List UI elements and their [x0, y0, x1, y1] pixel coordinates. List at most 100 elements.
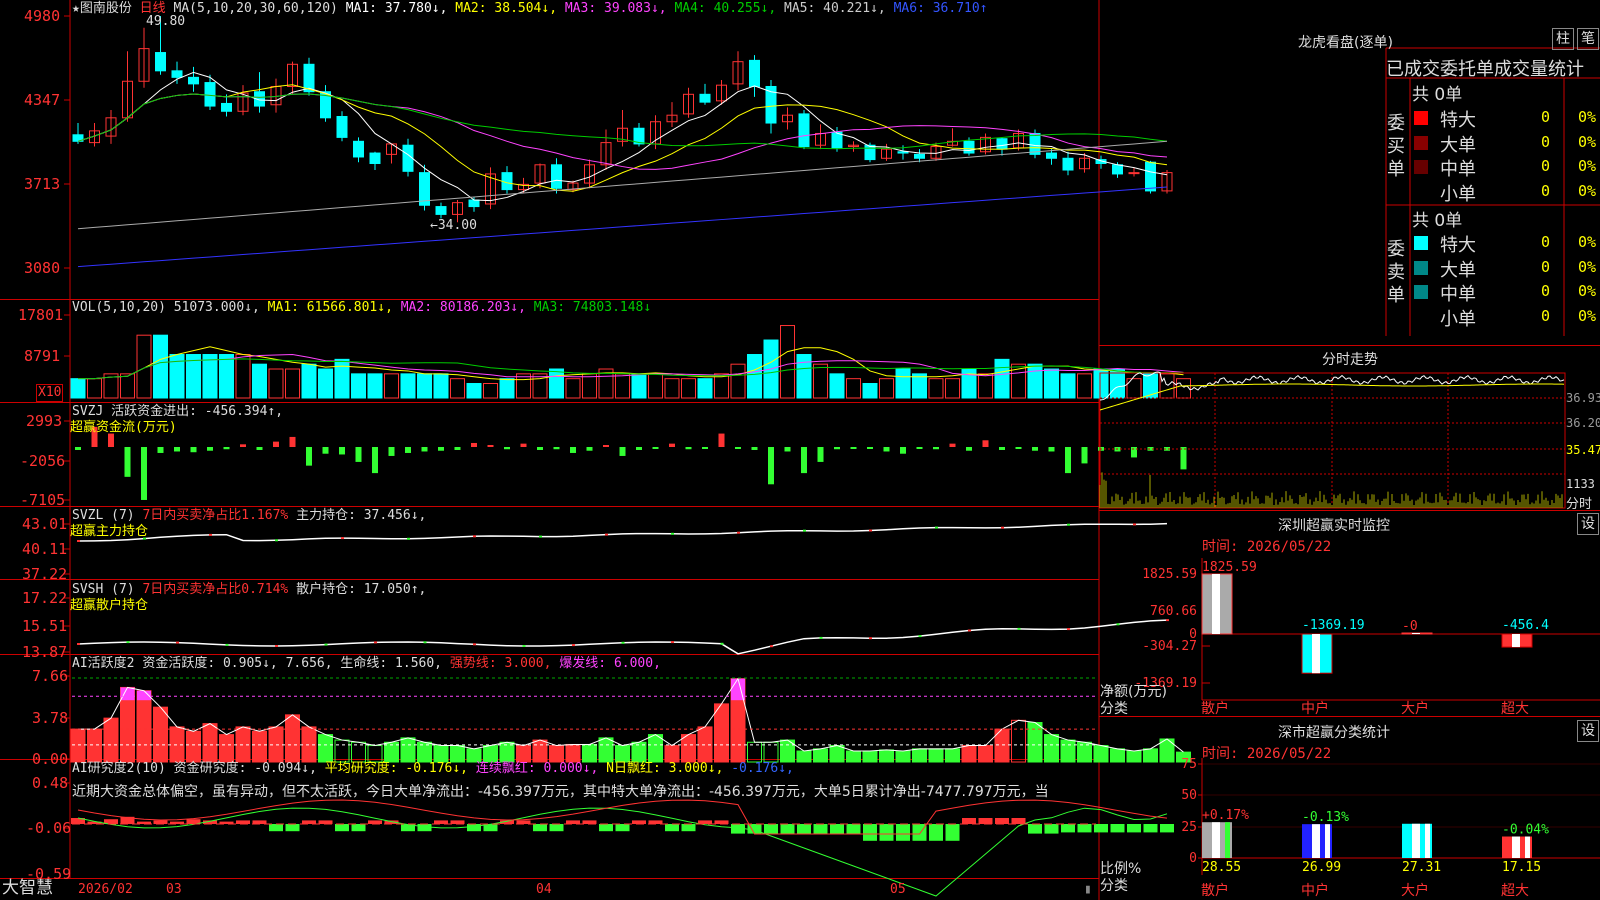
vol-title: VOL(5,10,20)	[72, 300, 166, 315]
holding-tick	[423, 641, 427, 644]
research-bar	[764, 824, 778, 834]
svzl-ytick-1: 40.11	[22, 540, 68, 558]
svzj-header: SVZJ 活跃资金进出: -456.394↑,	[72, 404, 284, 419]
order-size-label: 大单	[1440, 259, 1476, 281]
kline-ytick-1: 4347	[24, 91, 61, 109]
sz-monitor-zero-tick: 0	[1189, 627, 1197, 642]
candle-body	[551, 164, 562, 189]
sz-monitor-value-label: -0	[1402, 619, 1418, 634]
lock-icon[interactable]: ▮	[1084, 882, 1092, 898]
holding-tick	[1001, 526, 1004, 529]
vol-ytick-1: 8791	[24, 347, 61, 365]
date-label-0: 2026/02	[78, 882, 133, 897]
fund-flow-bar	[801, 447, 807, 474]
activity-bar	[1110, 748, 1125, 763]
vol-ma1: MA1: 61566.801↓,	[267, 300, 393, 315]
order-count: 0	[1541, 257, 1551, 276]
fund-flow-bar	[949, 443, 956, 447]
holding-tick	[671, 532, 674, 535]
research-bar	[929, 824, 943, 841]
sz-class-bar-edge	[1225, 822, 1230, 858]
volume-bar	[1044, 368, 1059, 399]
sz-class-xlabel: 分类	[1100, 878, 1128, 894]
kline-ytick-3: 3080	[24, 259, 61, 277]
fund-flow-bar	[207, 447, 213, 451]
sz-class-ytick: 75	[1181, 757, 1197, 772]
sz-class-value-label: 26.99	[1302, 860, 1341, 875]
research-bar	[153, 820, 168, 824]
research-bar	[1044, 824, 1059, 834]
volume-bar	[318, 368, 333, 399]
holding-tick	[77, 643, 80, 645]
activity-bar	[1011, 719, 1026, 763]
volume-bar	[945, 378, 960, 399]
order-percent: 0%	[1578, 282, 1597, 300]
volume-bar	[928, 378, 944, 399]
order-percent: 0%	[1578, 132, 1597, 151]
column-mode-button[interactable]: 柱	[1552, 28, 1574, 50]
research-bars	[71, 799, 1174, 897]
fund-flow-bar	[141, 447, 147, 500]
research-bar	[549, 824, 564, 832]
activity-bar	[70, 728, 86, 763]
research-bar	[797, 824, 811, 834]
ai2-title: AI活跃度2	[72, 656, 135, 671]
candle-body	[798, 113, 810, 148]
sz-class-bar-edge	[1425, 823, 1430, 858]
research-bar	[1011, 818, 1026, 824]
sz-monitor-settings-button[interactable]: 设	[1577, 513, 1599, 535]
activity-bar	[862, 750, 878, 763]
fund-flow-bar	[388, 447, 395, 456]
fund-flow-bar	[1032, 447, 1038, 451]
svzl-header: SVZL (7) 7日内买卖净占比1.167% 主力持仓: 37.456↓,	[72, 508, 426, 524]
volume-bar	[631, 373, 647, 399]
fund-flow-bar	[834, 447, 840, 450]
swatch-icon	[1414, 135, 1428, 150]
activity-bar	[334, 739, 350, 763]
candle-body	[1145, 161, 1156, 192]
activity-bar	[252, 730, 267, 763]
holding-tick	[737, 531, 740, 534]
sz-class-settings-button[interactable]: 设	[1577, 720, 1599, 742]
svsh-ytick-0: 17.22	[22, 589, 68, 607]
holding-tick	[819, 636, 823, 639]
activity-bar	[928, 748, 944, 763]
research-bar	[252, 820, 267, 824]
fund-flow-bar	[817, 447, 824, 462]
kline-ytick-0: 4980	[24, 7, 61, 25]
ai2-val: 7.656,	[285, 656, 333, 671]
candle-body	[402, 144, 414, 172]
fund-flow-bar	[735, 447, 741, 449]
order-percent: 0%	[1578, 257, 1597, 276]
fund-flow-bar	[537, 447, 543, 450]
sz-monitor-title: 深圳超赢实时监控	[1278, 518, 1390, 534]
volume-bar	[1027, 363, 1043, 399]
fund-flow-bar	[273, 441, 279, 447]
ai2-strong: 强势线: 3.000,	[449, 656, 552, 671]
activity-bar	[1093, 745, 1109, 763]
holding-tick	[621, 641, 625, 644]
tick-mode-button[interactable]: 笔	[1577, 28, 1599, 50]
research-bar	[434, 820, 448, 824]
vol-unit[interactable]: X10	[36, 384, 64, 402]
dragon-tabs[interactable]: 已成交委托单成交量统计	[1386, 55, 1584, 81]
research-bar	[1094, 824, 1108, 833]
sz-class-category-label: 超大	[1501, 883, 1529, 899]
volume-bar	[796, 354, 812, 399]
fund-flow-bar	[487, 445, 494, 447]
holding-tick	[1116, 623, 1120, 626]
fund-flow-bar	[1015, 447, 1022, 449]
volume-bar	[202, 354, 218, 399]
holding-tick	[869, 529, 872, 532]
research-bar	[368, 820, 382, 824]
stock-name[interactable]: ★图南股份	[72, 1, 132, 16]
fund-flow-bar	[306, 447, 312, 466]
fund-flow-bar	[586, 447, 593, 451]
research-bar	[632, 820, 646, 824]
order-percent: 0%	[1578, 108, 1597, 126]
volume-bar	[813, 363, 828, 399]
holding-tick	[803, 529, 806, 532]
activity-bar	[615, 745, 630, 763]
holding-tick	[209, 533, 212, 536]
svsh-header: SVSH (7) 7日内买卖净占比0.714% 散户持仓: 17.050↑,	[72, 582, 426, 598]
